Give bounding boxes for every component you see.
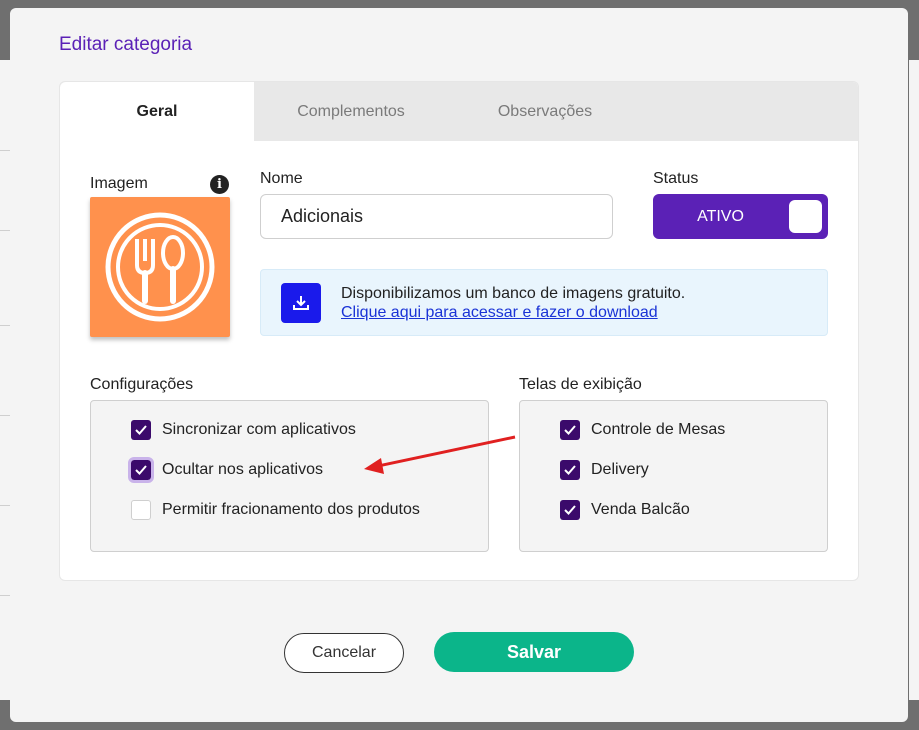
fraction-products-checkbox[interactable] xyxy=(131,500,151,520)
sync-apps-checkbox[interactable] xyxy=(131,420,151,440)
table-control-option[interactable]: Controle de Mesas xyxy=(560,420,725,440)
status-toggle[interactable]: ATIVO xyxy=(653,194,828,239)
divider xyxy=(0,415,10,416)
config-group: Sincronizar com aplicativos Ocultar nos … xyxy=(90,400,489,552)
table-control-label: Controle de Mesas xyxy=(591,421,726,438)
divider xyxy=(0,595,10,596)
edit-category-modal: Editar categoria Geral Complementos Obse… xyxy=(10,8,908,722)
screens-section-label: Telas de exibição xyxy=(519,376,642,393)
notice-message: Disponibilizamos um banco de imagens gra… xyxy=(341,285,686,302)
status-label: Status xyxy=(653,170,699,187)
hide-apps-label: Ocultar nos aplicativos xyxy=(162,461,323,478)
counter-sale-checkbox[interactable] xyxy=(560,500,580,520)
name-input[interactable]: Adicionais xyxy=(260,194,613,239)
download-icon[interactable] xyxy=(281,283,321,323)
counter-sale-option[interactable]: Venda Balcão xyxy=(560,500,690,520)
status-value: ATIVO xyxy=(697,207,744,225)
hide-apps-option[interactable]: Ocultar nos aplicativos xyxy=(128,457,323,483)
delivery-checkbox[interactable] xyxy=(560,460,580,480)
table-control-checkbox[interactable] xyxy=(560,420,580,440)
modal-title: Editar categoria xyxy=(59,34,193,55)
image-bank-notice: Disponibilizamos um banco de imagens gra… xyxy=(260,269,828,336)
divider xyxy=(0,150,10,151)
divider xyxy=(0,230,10,231)
hide-apps-checkbox[interactable] xyxy=(128,457,154,483)
image-label: Imagem xyxy=(90,175,148,192)
divider xyxy=(0,505,10,506)
counter-sale-label: Venda Balcão xyxy=(591,501,690,518)
toggle-knob xyxy=(789,200,822,233)
fraction-products-label: Permitir fracionamento dos produtos xyxy=(162,501,420,518)
tab-bar: Geral Complementos Observações xyxy=(60,82,858,141)
info-icon[interactable]: i xyxy=(210,175,229,194)
screens-group: Controle de Mesas Delivery Venda Balcão xyxy=(519,400,828,552)
sync-apps-option[interactable]: Sincronizar com aplicativos xyxy=(131,420,356,440)
download-link[interactable]: Clique aqui para acessar e fazer o downl… xyxy=(341,304,658,322)
background-page-left xyxy=(0,60,10,700)
delivery-label: Delivery xyxy=(591,461,649,478)
delivery-option[interactable]: Delivery xyxy=(560,460,649,480)
sync-apps-label: Sincronizar com aplicativos xyxy=(162,421,356,438)
tab-complementos[interactable]: Complementos xyxy=(254,82,448,141)
background-page-right xyxy=(909,60,919,700)
fraction-products-option[interactable]: Permitir fracionamento dos produtos xyxy=(131,500,420,520)
category-image[interactable] xyxy=(90,197,230,337)
form-card: Geral Complementos Observações Imagem i … xyxy=(59,81,859,581)
save-button[interactable]: Salvar xyxy=(434,632,634,672)
plate-cutlery-icon xyxy=(105,212,215,322)
tab-observacoes[interactable]: Observações xyxy=(448,82,642,141)
tab-geral[interactable]: Geral xyxy=(60,82,254,141)
config-section-label: Configurações xyxy=(90,376,194,393)
cancel-button[interactable]: Cancelar xyxy=(284,633,404,673)
name-label: Nome xyxy=(260,170,303,187)
divider xyxy=(0,325,10,326)
